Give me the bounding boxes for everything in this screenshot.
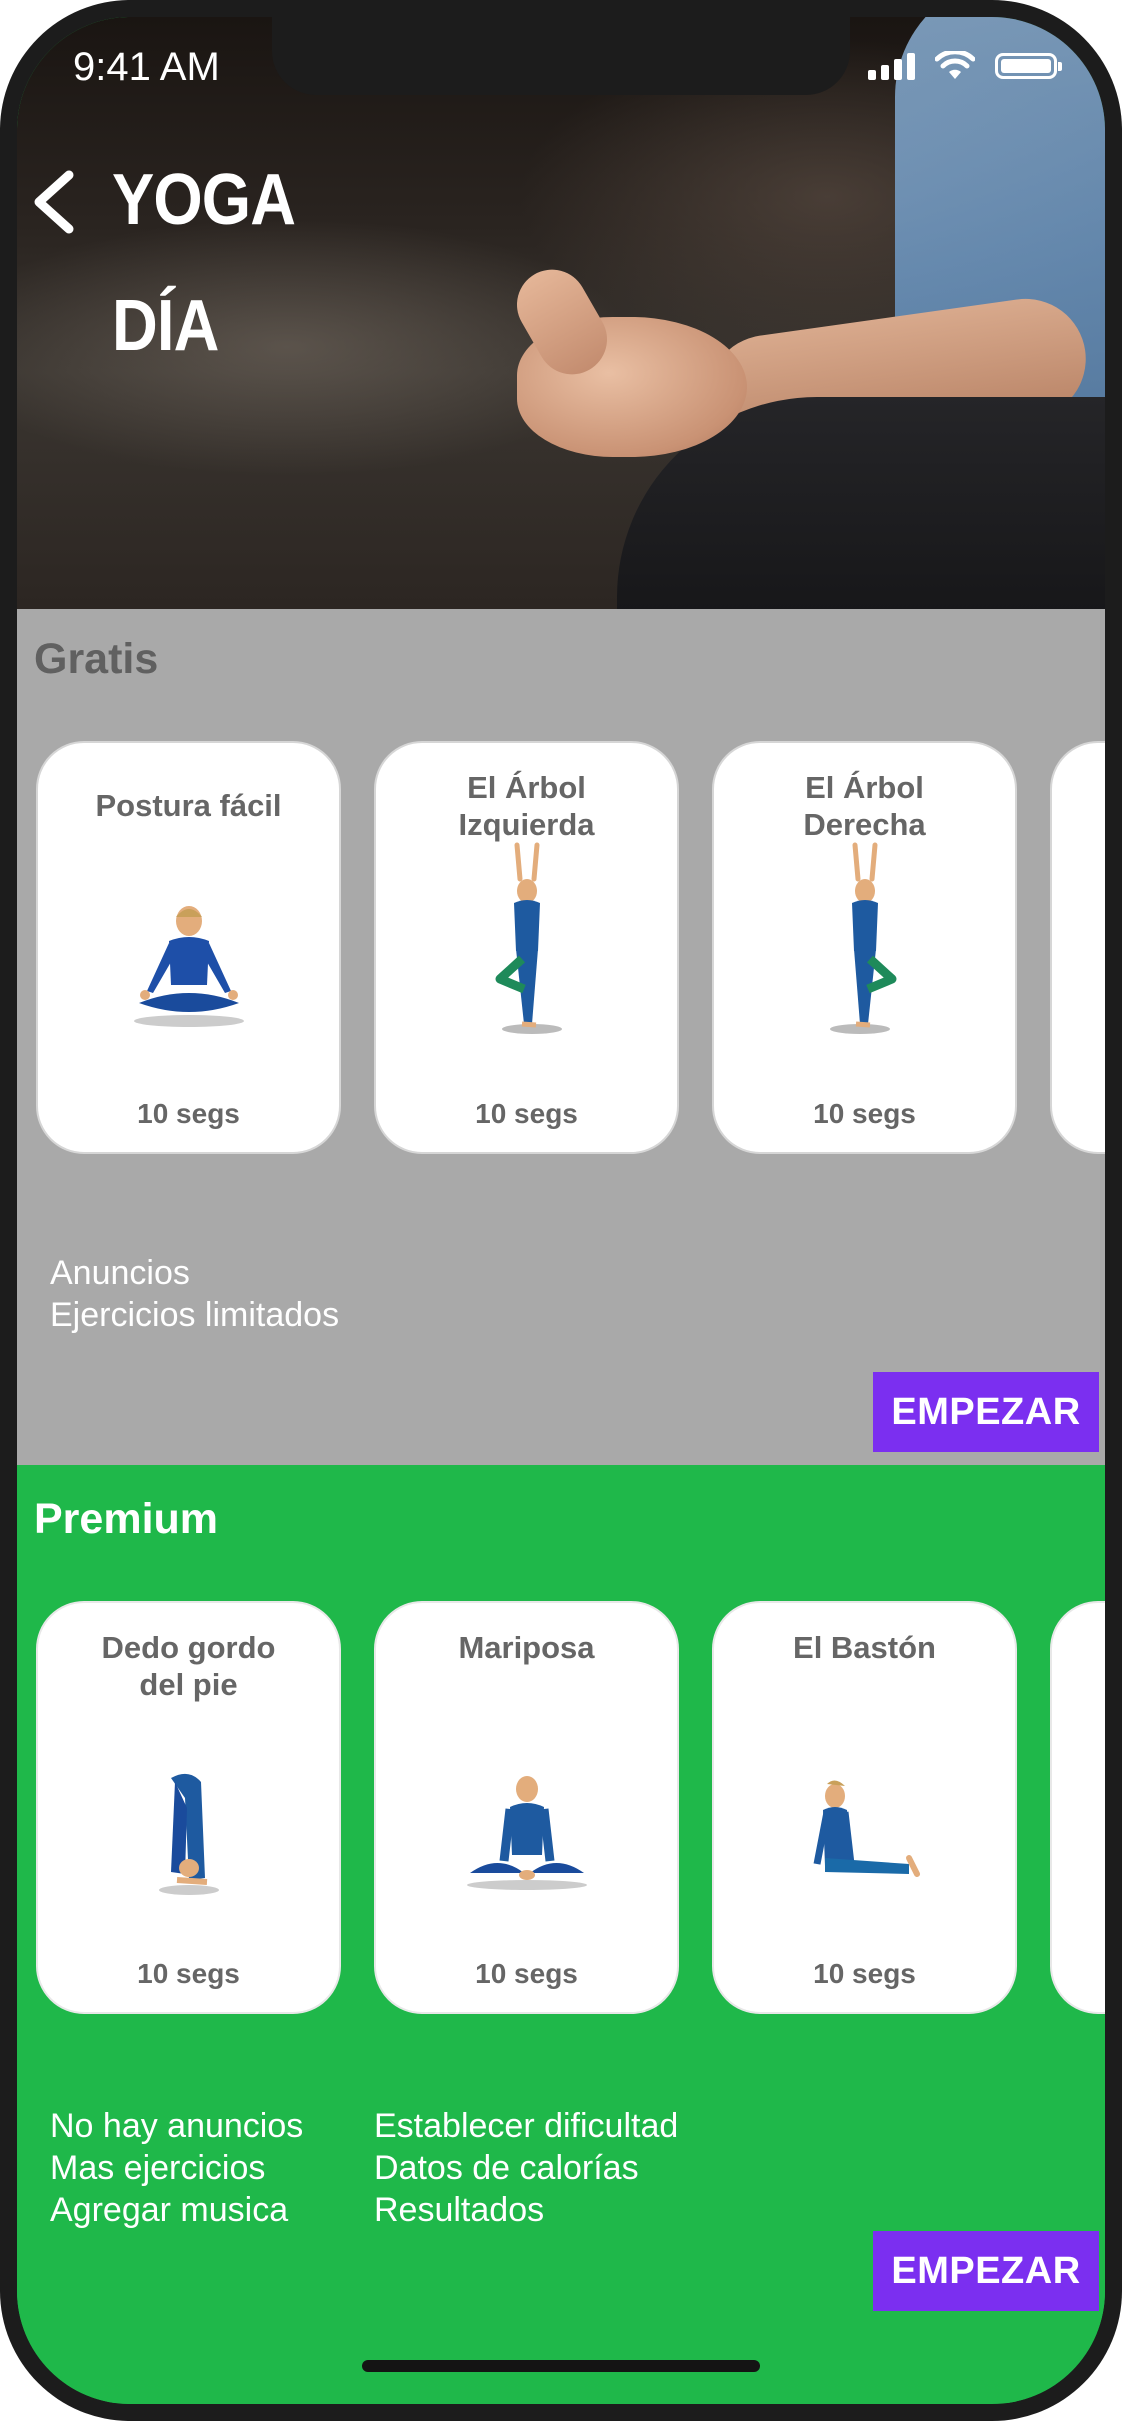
butterfly-pose-figure (466, 1776, 587, 1890)
battery-icon (995, 53, 1062, 79)
phone-frame: 9:41 AM YOGA DÍA Gratis Postura fácil 10… (0, 0, 1122, 2421)
card-duration: 10 segs (813, 1098, 916, 1129)
premium-features-list-1: No hay anuncios Mas ejercicios Agregar m… (50, 2107, 304, 2229)
exercise-card[interactable]: Postura fácil 10 segs (36, 741, 341, 1154)
free-start-button[interactable]: EMPEZAR (873, 1372, 1099, 1452)
card-duration: 10 segs (475, 1958, 578, 1989)
page-title: YOGA DÍA (112, 160, 296, 366)
forward-bend-figure (158, 1773, 219, 1895)
card-title: Postura fácil (95, 788, 282, 823)
exercise-card-partial[interactable] (1050, 741, 1105, 1154)
back-chevron-icon[interactable] (25, 167, 85, 237)
status-icons (868, 51, 1062, 81)
tree-pose-figure (829, 842, 896, 1034)
exercise-card[interactable]: El Árbol Izquierda 10 segs (374, 741, 679, 1154)
hero-image: 9:41 AM YOGA DÍA (17, 17, 1105, 609)
card-duration: 10 segs (813, 1958, 916, 1989)
card-title: El Árbol Derecha (803, 770, 926, 842)
free-features-list: Anuncios Ejercicios limitados (50, 1254, 340, 1334)
premium-plan-section: Premium Dedo gordo del pie 10 segs Maripo… (17, 1465, 1105, 2403)
card-title: El Árbol Izquierda (458, 770, 595, 842)
card-title: Dedo gordo del pie (101, 1630, 276, 1702)
free-section-title: Gratis (34, 635, 159, 683)
premium-features-list-2: Establecer dificultad Datos de calorías … (374, 2107, 679, 2229)
exercise-card-partial[interactable] (1050, 1601, 1105, 2014)
card-duration: 10 segs (137, 1958, 240, 1989)
home-indicator (362, 2360, 760, 2372)
notch (272, 17, 850, 95)
card-duration: 10 segs (137, 1098, 240, 1129)
staff-pose-figure (813, 1780, 920, 1877)
tree-pose-figure (495, 842, 562, 1034)
exercise-card[interactable]: Dedo gordo del pie 10 segs (36, 1601, 341, 2014)
exercise-card[interactable]: Mariposa 10 segs (374, 1601, 679, 2014)
exercise-card[interactable]: El Árbol Derecha 10 segs (712, 741, 1017, 1154)
card-duration: 10 segs (475, 1098, 578, 1129)
lotus-pose-figure (133, 906, 244, 1027)
wifi-icon (935, 51, 975, 79)
status-time: 9:41 AM (73, 45, 220, 89)
premium-section-title: Premium (34, 1495, 219, 1543)
exercise-card[interactable]: El Bastón 10 segs (712, 1601, 1017, 2014)
premium-start-button[interactable]: EMPEZAR (873, 2231, 1099, 2311)
screen: 9:41 AM YOGA DÍA Gratis Postura fácil 10… (17, 17, 1105, 2404)
cellular-signal-icon (868, 52, 915, 80)
free-plan-section: Gratis Postura fácil 10 segs El Árbol Iz… (17, 609, 1105, 1465)
card-title: Mariposa (458, 1630, 595, 1665)
card-title: El Bastón (793, 1630, 936, 1665)
